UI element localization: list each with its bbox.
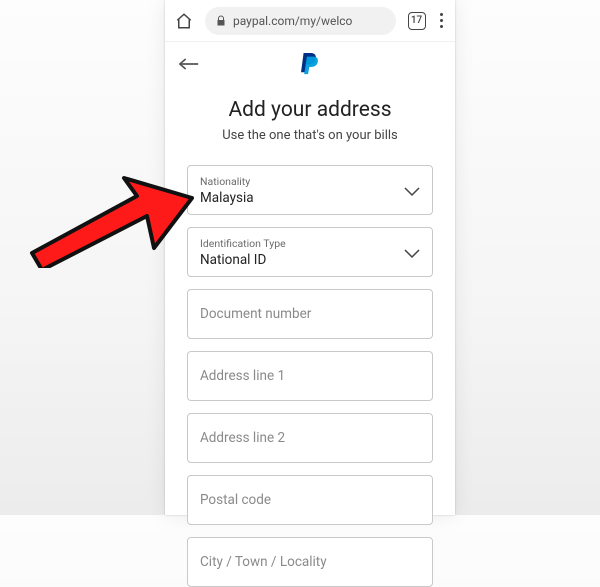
address2-placeholder: Address line 2 <box>200 430 420 446</box>
document-number-input[interactable]: Document number <box>187 289 433 339</box>
page-subtitle: Use the one that's on your bills <box>187 128 433 143</box>
paypal-logo-icon <box>299 51 321 77</box>
lock-icon <box>215 15 227 27</box>
address-line-1-input[interactable]: Address line 1 <box>187 351 433 401</box>
city-input[interactable]: City / Town / Locality <box>187 537 433 587</box>
page-content: Add your address Use the one that's on y… <box>165 86 455 587</box>
chevron-down-icon <box>404 182 420 198</box>
browser-toolbar: paypal.com/my/welco 17 <box>165 0 455 42</box>
nationality-label: Nationality <box>200 175 420 188</box>
page-title: Add your address <box>187 98 433 122</box>
address-line-2-input[interactable]: Address line 2 <box>187 413 433 463</box>
home-icon[interactable] <box>175 12 193 30</box>
overflow-menu-icon[interactable] <box>438 11 446 31</box>
tab-switcher[interactable]: 17 <box>408 12 426 30</box>
address-bar[interactable]: paypal.com/my/welco <box>205 7 396 35</box>
postal-placeholder: Postal code <box>200 492 420 508</box>
identification-type-select[interactable]: Identification Type National ID <box>187 227 433 277</box>
page-header <box>165 42 455 86</box>
id-type-label: Identification Type <box>200 237 420 250</box>
url-text: paypal.com/my/welco <box>233 14 352 28</box>
phone-frame: paypal.com/my/welco 17 Add your address … <box>165 0 455 515</box>
nationality-value: Malaysia <box>200 190 420 206</box>
back-button[interactable] <box>179 56 199 72</box>
document-number-placeholder: Document number <box>200 306 420 322</box>
chevron-down-icon <box>404 244 420 260</box>
city-placeholder: City / Town / Locality <box>200 554 420 570</box>
address1-placeholder: Address line 1 <box>200 368 420 384</box>
tab-count-value: 17 <box>411 15 422 26</box>
form-fields: Nationality Malaysia Identification Type… <box>187 165 433 587</box>
postal-code-input[interactable]: Postal code <box>187 475 433 525</box>
id-type-value: National ID <box>200 252 420 268</box>
nationality-select[interactable]: Nationality Malaysia <box>187 165 433 215</box>
